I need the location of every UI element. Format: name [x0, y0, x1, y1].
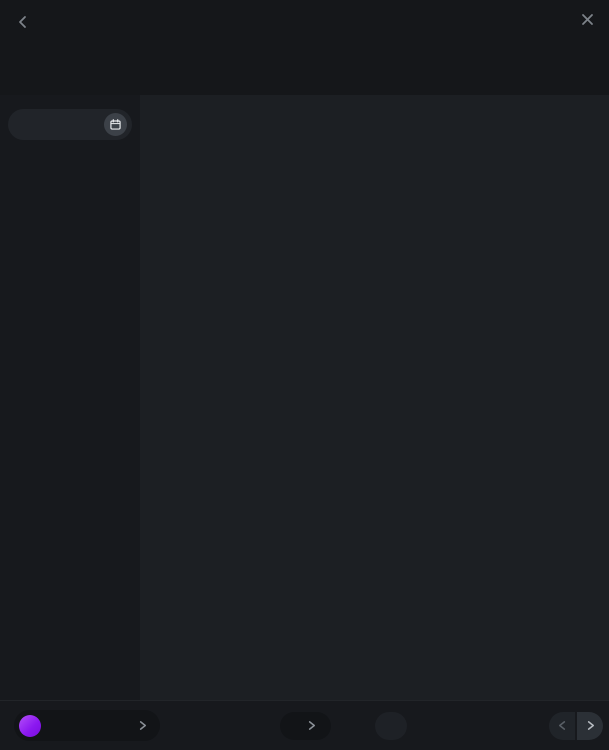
close-icon	[580, 12, 595, 27]
currency-left	[19, 715, 49, 737]
chevron-right-icon	[585, 720, 596, 731]
modal-footer	[0, 700, 609, 750]
filter-sidebar	[0, 95, 140, 700]
chevron-left-icon	[557, 720, 568, 731]
calendar-icon	[104, 113, 127, 136]
modal-body	[0, 95, 609, 700]
back-button[interactable]	[16, 15, 30, 29]
chevron-right-icon	[137, 720, 148, 731]
page-size-selector[interactable]	[280, 712, 331, 740]
bcd-coin-icon	[19, 715, 41, 737]
transaction-list	[140, 95, 609, 700]
currency-selector[interactable]	[14, 710, 160, 741]
modal-header	[0, 0, 609, 44]
pagination	[375, 712, 407, 740]
prev-page-button[interactable]	[549, 712, 575, 740]
pagination-nav	[549, 712, 603, 740]
next-page-button[interactable]	[577, 712, 603, 740]
transactions-modal	[0, 0, 609, 750]
tab-bar-wrap	[0, 56, 609, 86]
chevron-left-icon	[16, 15, 30, 29]
close-button[interactable]	[580, 12, 595, 27]
select-date-button[interactable]	[8, 109, 132, 140]
chevron-right-icon	[306, 720, 317, 731]
